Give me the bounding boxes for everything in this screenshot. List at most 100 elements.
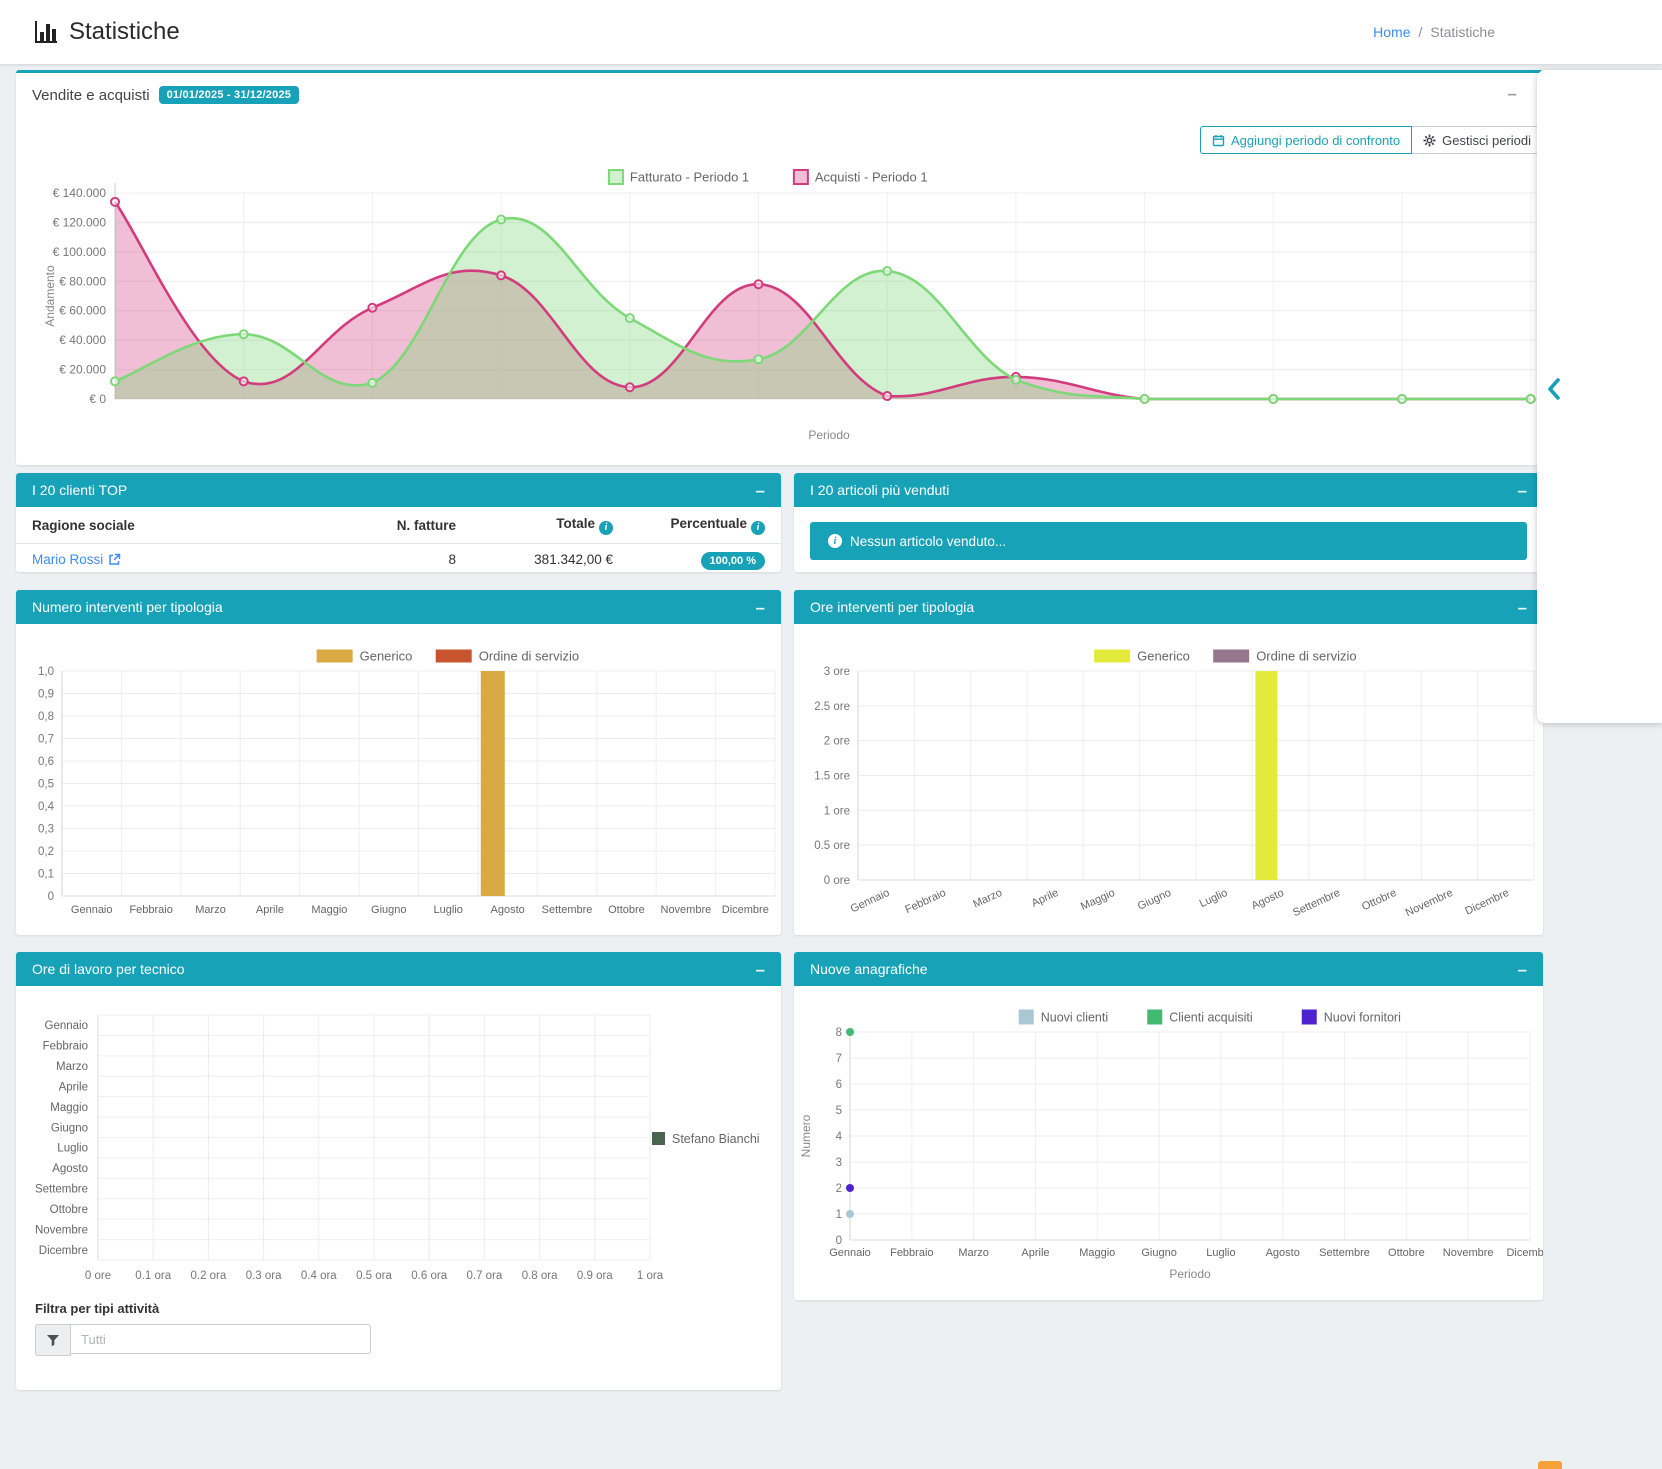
table-row: Mario Rossi 8 381.342,00 € 100,00 % [16, 543, 781, 572]
svg-text:Agosto: Agosto [1266, 1247, 1300, 1259]
svg-text:Dicembre: Dicembre [1506, 1247, 1543, 1259]
vendite-panel-header: Vendite e acquisti 01/01/2025 - 31/12/20… [16, 73, 1543, 104]
svg-text:5: 5 [836, 1105, 842, 1117]
anagrafiche-minimize-button[interactable]: – [1518, 961, 1527, 978]
svg-text:0,7: 0,7 [38, 734, 54, 746]
client-name: Mario Rossi [32, 552, 103, 567]
client-link[interactable]: Mario Rossi [32, 552, 121, 567]
filter-activity-input[interactable] [71, 1324, 371, 1354]
svg-text:€ 20.000: € 20.000 [59, 363, 106, 377]
articoli-panel-title: I 20 articoli più venduti [810, 482, 949, 498]
numero-interventi-chart[interactable]: 1,00,90,80,70,60,50,40,30,20,10GennaioFe… [16, 634, 781, 924]
svg-text:Aprile: Aprile [1021, 1247, 1049, 1259]
svg-text:Aprile: Aprile [59, 1081, 88, 1093]
svg-text:0.5 ora: 0.5 ora [356, 1270, 392, 1282]
ore-panel-header: Ore interventi per tipologia – [794, 590, 1543, 624]
svg-text:Aprile: Aprile [1030, 887, 1061, 910]
svg-text:€ 100.000: € 100.000 [53, 245, 107, 259]
svg-text:Gennaio: Gennaio [829, 1247, 871, 1259]
no-articles-message: Nessun articolo venduto... [850, 534, 1006, 549]
lavoro-minimize-button[interactable]: – [756, 961, 765, 978]
alert-info-icon: i [828, 534, 842, 548]
svg-text:Stefano Bianchi: Stefano Bianchi [672, 1132, 760, 1146]
svg-text:Marzo: Marzo [958, 1247, 989, 1259]
breadcrumb: Home / Statistiche [1373, 24, 1495, 40]
col-percentuale: Percentuale i [629, 507, 781, 543]
chevron-left-icon[interactable] [1546, 378, 1562, 400]
svg-text:Nuovi clienti: Nuovi clienti [1041, 1011, 1108, 1025]
svg-text:0.6 ora: 0.6 ora [411, 1270, 447, 1282]
ore-lavoro-chart[interactable]: 0 ore0.1 ora0.2 ora0.3 ora0.4 ora0.5 ora… [16, 1002, 781, 1292]
svg-text:1 ore: 1 ore [824, 805, 850, 817]
svg-text:Settembre: Settembre [1319, 1247, 1370, 1259]
numero-minimize-button[interactable]: – [756, 599, 765, 616]
clienti-minimize-button[interactable]: – [756, 482, 765, 499]
svg-text:Novembre: Novembre [35, 1224, 88, 1236]
svg-text:Ordine di servizio: Ordine di servizio [479, 649, 579, 664]
svg-text:€ 60.000: € 60.000 [59, 304, 106, 318]
manage-periods-button[interactable]: Gestisci periodi [1412, 126, 1543, 154]
ore-minimize-button[interactable]: – [1518, 599, 1527, 616]
svg-text:0,8: 0,8 [38, 711, 54, 723]
totale-info-icon[interactable]: i [599, 521, 613, 535]
ore-interventi-chart[interactable]: 3 ore2.5 ore2 ore1.5 ore1 ore0.5 ore0 or… [794, 634, 1543, 924]
svg-text:Giugno: Giugno [51, 1122, 88, 1134]
svg-text:8: 8 [836, 1027, 842, 1039]
col-n-fatture: N. fatture [345, 507, 472, 543]
col-percentuale-label: Percentuale [670, 516, 747, 531]
breadcrumb-home-link[interactable]: Home [1373, 24, 1410, 40]
clienti-table-header-row: Ragione sociale N. fatture Totalei Perce… [16, 507, 781, 543]
svg-text:Luglio: Luglio [1198, 887, 1230, 910]
svg-text:Febbraio: Febbraio [890, 1247, 933, 1259]
svg-text:Maggio: Maggio [1079, 1247, 1115, 1259]
svg-text:0,6: 0,6 [38, 756, 54, 768]
svg-text:0.4 ora: 0.4 ora [301, 1270, 337, 1282]
svg-text:Gennaio: Gennaio [849, 887, 892, 915]
percentuale-info-icon[interactable]: i [751, 521, 765, 535]
bottom-panel-peek [1538, 1461, 1562, 1469]
add-comparison-period-button[interactable]: Aggiungi periodo di confronto [1200, 126, 1412, 154]
filter-activity-group [35, 1324, 371, 1356]
breadcrumb-separator: / [1419, 24, 1423, 40]
panel-ore-interventi: Ore interventi per tipologia – 3 ore 2.5 … [794, 590, 1543, 935]
svg-text:0,4: 0,4 [38, 801, 55, 813]
panel-clienti-top: I 20 clienti TOP – Ragione sociale N. fa… [16, 473, 781, 572]
svg-text:€ 0: € 0 [89, 392, 106, 406]
panel-ore-lavoro-tecnico: Ore di lavoro per tecnico – 0 ore0.1 ora… [16, 952, 781, 1390]
svg-text:Marzo: Marzo [195, 904, 226, 916]
svg-text:Periodo: Periodo [1169, 1267, 1211, 1281]
svg-text:€ 140.000: € 140.000 [53, 186, 107, 200]
svg-text:Luglio: Luglio [57, 1143, 88, 1155]
nuove-anagrafiche-chart[interactable]: 012345678GennaioFebbraioMarzoAprileMaggi… [794, 996, 1543, 1300]
articoli-minimize-button[interactable]: – [1518, 482, 1527, 499]
svg-text:0: 0 [836, 1235, 842, 1247]
lavoro-panel-title: Ore di lavoro per tecnico [32, 961, 185, 977]
vendite-minimize-button[interactable]: – [1508, 85, 1517, 102]
svg-text:Giugno: Giugno [1136, 887, 1173, 913]
vendite-acquisti-chart[interactable]: € 0€ 20.000€ 40.000€ 60.000€ 80.000€ 100… [16, 163, 1543, 463]
anagrafiche-panel-header: Nuove anagrafiche – [794, 952, 1543, 986]
svg-text:Nuovi fornitori: Nuovi fornitori [1324, 1011, 1401, 1025]
svg-text:0,2: 0,2 [38, 846, 54, 858]
svg-text:1: 1 [836, 1209, 842, 1221]
svg-text:3 ore: 3 ore [824, 666, 850, 678]
filter-button[interactable] [35, 1324, 71, 1356]
svg-text:1.5 ore: 1.5 ore [814, 771, 850, 783]
svg-text:Agosto: Agosto [52, 1163, 88, 1175]
numero-panel-header: Numero interventi per tipologia – [16, 590, 781, 624]
svg-text:Maggio: Maggio [50, 1102, 88, 1114]
no-articles-alert: i Nessun articolo venduto... [810, 522, 1527, 560]
svg-text:0.8 ora: 0.8 ora [522, 1270, 558, 1282]
client-percentuale-badge: 100,00 % [701, 552, 765, 570]
calendar-icon [1212, 134, 1225, 147]
svg-text:Generico: Generico [360, 649, 413, 664]
svg-text:0,3: 0,3 [38, 824, 54, 836]
add-comparison-period-label: Aggiungi periodo di confronto [1231, 133, 1400, 148]
svg-text:Ottobre: Ottobre [1388, 1247, 1425, 1259]
svg-text:2.5 ore: 2.5 ore [814, 701, 850, 713]
svg-text:Marzo: Marzo [971, 887, 1004, 911]
svg-text:Maggio: Maggio [311, 904, 347, 916]
clienti-table: Ragione sociale N. fatture Totalei Perce… [16, 507, 781, 572]
svg-text:0.5 ore: 0.5 ore [814, 840, 850, 852]
svg-text:Clienti acquisiti: Clienti acquisiti [1169, 1011, 1252, 1025]
